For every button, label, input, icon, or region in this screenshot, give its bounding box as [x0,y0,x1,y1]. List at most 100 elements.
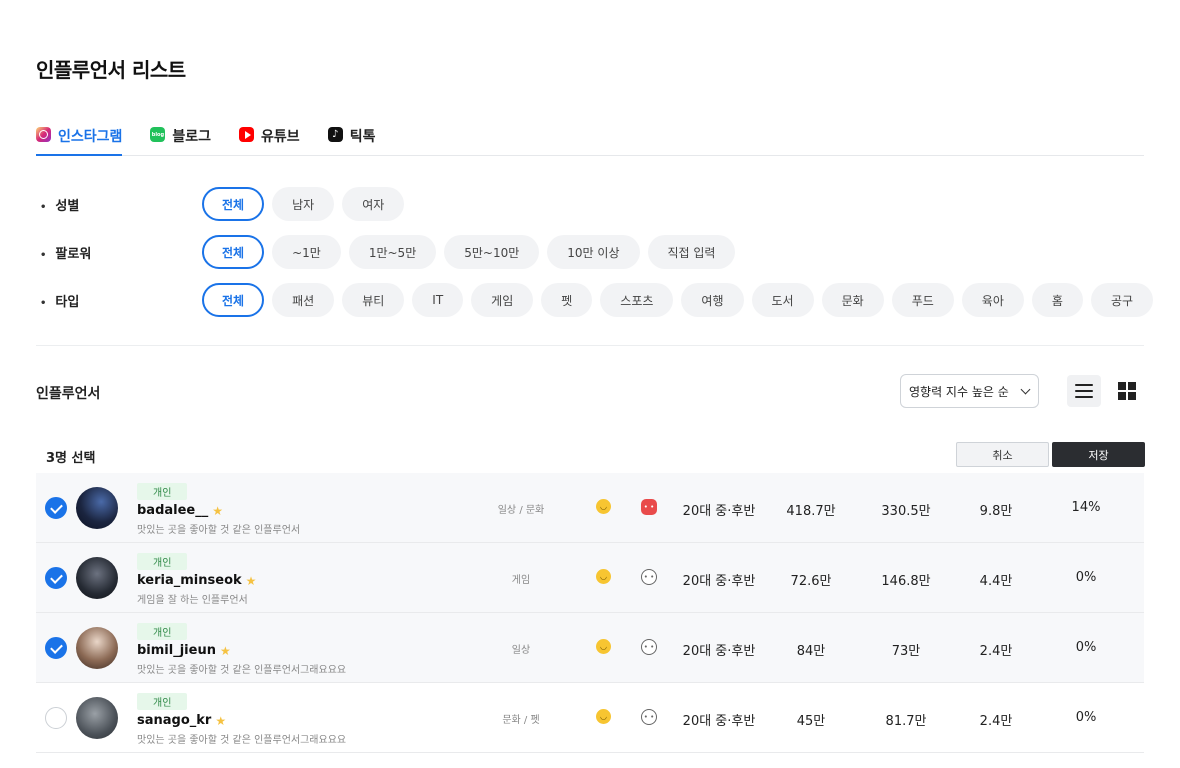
type-badge: 개인 [137,623,188,640]
grid-view-button[interactable] [1110,375,1144,407]
filter-chip-followers[interactable]: 직접 입력 [647,235,736,269]
star-icon: ★ [219,643,231,658]
face-icon: • • [641,639,657,655]
table-row: 개인 badalee__ ★ 맛있는 곳을 좋아할 것 같은 인플루언서 일상 / 문화… [36,473,1144,543]
filter-chip-type[interactable]: 뷰티 [342,283,405,317]
avatar[interactable] [76,627,118,669]
type-badge: 개인 [137,483,188,500]
tab-instagram[interactable]: 인스타그램 [36,116,123,156]
user-description: 맛있는 곳을 좋아할 것 같은 인플루언서 [137,525,301,536]
face-icon: • • [641,499,657,515]
list-icon [1075,384,1093,398]
age-group: 20대 중·후반 [682,644,756,659]
tab-label: 유튜브 [261,129,300,145]
avatar[interactable] [76,487,118,529]
filter-chip-type[interactable]: 패션 [272,283,335,317]
filter-chip-gender[interactable]: 남자 [272,187,335,221]
row-checkbox[interactable] [45,707,67,729]
engagement-rate: 0% [1075,710,1097,725]
platform-tabs: 인스타그램 blog 블로그 유튜브 ♪ 틱톡 [36,116,1144,156]
username[interactable]: sanago_kr ★ [137,713,226,728]
avatar[interactable] [76,557,118,599]
filter-type: 타입 전체패션뷰티IT게임펫스포츠여행도서문화푸드육아홈공구 [36,283,1154,317]
tab-label: 블로그 [172,129,212,145]
engagement-count: 2.4만 [979,714,1013,729]
filter-chip-type[interactable]: 홈 [1031,283,1083,317]
engagement-count: 4.4만 [979,574,1013,589]
filter-gender: 성별 전체남자여자 [36,187,405,221]
star-icon: ★ [245,573,257,588]
user-description: 맛있는 곳을 좋아할 것 같은 인플루언서그래요요요 [137,665,347,676]
filter-chip-type[interactable]: 스포츠 [600,283,674,317]
username[interactable]: badalee__ ★ [137,503,223,518]
avatar[interactable] [76,697,118,739]
sort-select[interactable]: 영향력 지수 높은 순 [900,374,1039,408]
filter-chip-type[interactable]: 도서 [751,283,814,317]
username-text: sanago_kr [137,713,212,728]
filter-chip-type[interactable]: 문화 [821,283,884,317]
star-icon: ★ [212,503,224,518]
face-icon: • • [641,709,657,725]
filter-chip-type[interactable]: 여행 [681,283,744,317]
tab-youtube[interactable]: 유튜브 [239,116,300,156]
list-view-button[interactable] [1067,375,1101,407]
filter-chip-type[interactable]: 펫 [541,283,593,317]
tiktok-icon: ♪ [327,127,343,142]
row-checkbox[interactable] [45,567,67,589]
cancel-button[interactable]: 취소 [956,442,1049,467]
filter-chip-followers[interactable]: ~1만 [272,235,341,269]
age-group: 20대 중·후반 [682,504,756,519]
type-badge: 개인 [137,693,188,710]
star-icon: ★ [215,713,227,728]
filter-label: 성별 [36,195,202,214]
tab-blog[interactable]: blog 블로그 [150,116,211,156]
views-count: 146.8만 [881,574,931,589]
filter-chip-followers[interactable]: 5만~10만 [444,235,540,269]
followers-count: 72.6만 [790,574,832,589]
smile-icon: ◡ [596,499,611,514]
gender-chips: 전체 남자 여자 [202,187,405,221]
age-group: 20대 중·후반 [682,574,756,589]
filter-label: 타입 [36,291,202,310]
followers-chips: 전체 ~1만 1만~5만 5만~10만 10만 이상 직접 입력 [202,235,736,269]
views-count: 81.7만 [885,714,927,729]
user-description: 맛있는 곳을 좋아할 것 같은 인플루언서그래요요요 [137,735,347,746]
filter-chip-gender[interactable]: 전체 [202,187,265,221]
filter-chip-gender[interactable]: 여자 [342,187,405,221]
engagement-count: 9.8만 [979,504,1013,519]
save-button[interactable]: 저장 [1052,442,1145,467]
views-count: 73만 [891,644,921,659]
instagram-icon [36,127,51,142]
filter-chip-type[interactable]: 공구 [1090,283,1154,317]
smile-icon: ◡ [596,569,611,584]
filter-chip-followers[interactable]: 전체 [202,235,265,269]
grid-icon [1118,382,1136,400]
table-row: 개인 sanago_kr ★ 맛있는 곳을 좋아할 것 같은 인플루언서그래요요요 문화… [36,683,1144,753]
username[interactable]: bimil_jieun ★ [137,643,231,658]
user-description: 게임을 잘 하는 인플루언서 [137,595,248,606]
username[interactable]: keria_minseok ★ [137,573,256,588]
tab-label: 인스타그램 [58,129,123,145]
tab-tiktok[interactable]: ♪ 틱톡 [327,116,376,156]
tab-label: 틱톡 [349,129,376,145]
engagement-rate: 0% [1075,570,1097,585]
filter-chip-followers[interactable]: 1만~5만 [348,235,437,269]
engagement-count: 2.4만 [979,644,1013,659]
filter-chip-type[interactable]: 게임 [471,283,534,317]
filter-chip-followers[interactable]: 10만 이상 [547,235,640,269]
username-text: badalee__ [137,503,209,518]
filter-chip-type[interactable]: IT [412,283,464,317]
filter-chip-type[interactable]: 전체 [202,283,265,317]
filter-chip-type[interactable]: 육아 [961,283,1024,317]
username-text: bimil_jieun [137,643,216,658]
table-row: 개인 bimil_jieun ★ 맛있는 곳을 좋아할 것 같은 인플루언서그래요요요… [36,613,1144,683]
youtube-icon [239,127,255,142]
row-checkbox[interactable] [45,637,67,659]
filter-chip-type[interactable]: 푸드 [891,283,954,317]
username-text: keria_minseok [137,573,242,588]
followers-count: 84만 [796,644,826,659]
type-badge: 개인 [137,553,188,570]
chevron-down-icon [1020,384,1031,394]
section-title: 인플루언서 [36,386,101,402]
row-checkbox[interactable] [45,497,67,519]
